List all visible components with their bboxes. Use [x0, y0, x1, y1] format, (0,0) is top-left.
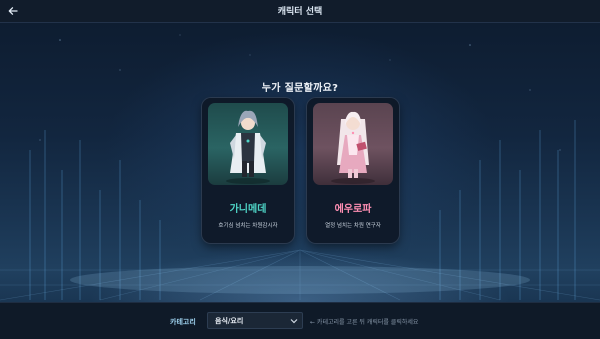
page-title: 캐릭터 선택 [277, 7, 323, 17]
character-description: 열정 넘치는 차원 연구자 [325, 223, 381, 229]
background-scene [0, 0, 600, 338]
character-portrait [208, 103, 288, 185]
chevron-down-icon [290, 319, 298, 324]
europa-portrait-icon [331, 111, 375, 184]
character-name: 가니메데 [229, 204, 267, 215]
character-card-ganymede[interactable]: 가니메데 호기심 넘치는 차원감시자 [202, 98, 294, 243]
background-art [0, 34, 600, 301]
character-portrait [313, 103, 393, 185]
top-bar: 캐릭터 선택 [0, 0, 600, 23]
character-card-europa[interactable]: 에우로파 열정 넘치는 차원 연구자 [307, 98, 399, 243]
category-hint: ← 카테고리를 고른 뒤 캐릭터를 클릭하세요 [310, 319, 419, 326]
character-name: 에우로파 [334, 204, 372, 215]
character-description: 호기심 넘치는 차원감시자 [218, 223, 278, 229]
category-select[interactable]: 음식/요리 [207, 312, 303, 329]
category-selected-value: 음식/요리 [215, 317, 244, 325]
bottom-bar: 카테고리 음식/요리 ← 카테고리를 고른 뒤 캐릭터를 클릭하세요 [0, 302, 600, 339]
category-label: 카테고리 [170, 318, 196, 326]
question-heading: 누가 질문할까요? [261, 83, 339, 94]
ganymede-portrait-icon [226, 110, 270, 184]
